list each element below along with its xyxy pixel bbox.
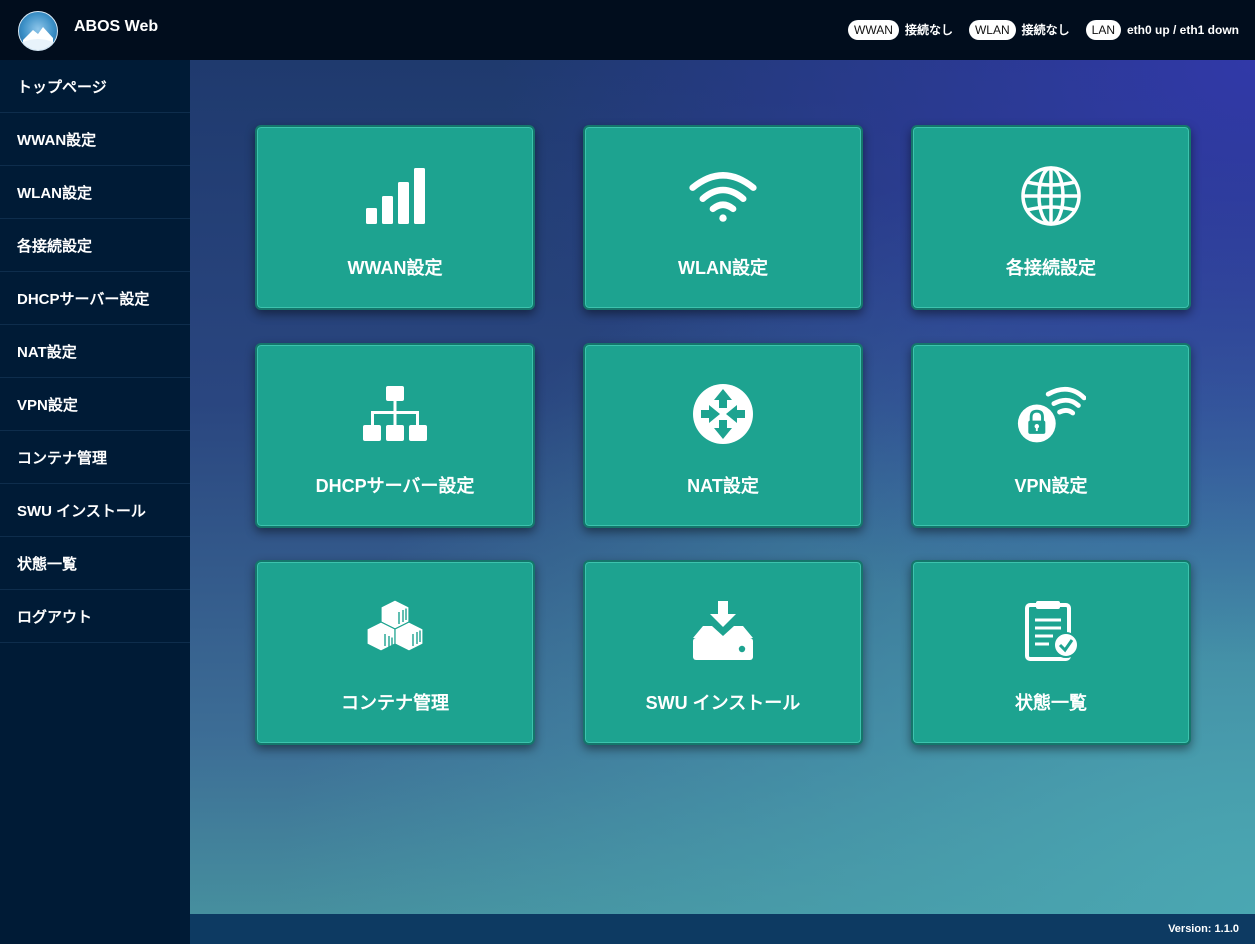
sidebar-item-logout[interactable]: ログアウト: [0, 590, 190, 643]
sidebar-item-wlan-settings[interactable]: WLAN設定: [0, 166, 190, 219]
sidebar-item-status-list[interactable]: 状態一覧: [0, 537, 190, 590]
sidebar-item-dhcp-server-settings[interactable]: DHCPサーバー設定: [0, 272, 190, 325]
router-arrows-icon: [688, 383, 758, 445]
tile-status-list[interactable]: 状態一覧: [911, 560, 1191, 745]
lock-wifi-icon: [1016, 383, 1086, 445]
sidebar-item-connection-settings[interactable]: 各接続設定: [0, 219, 190, 272]
wifi-icon: [688, 165, 758, 227]
tile-label: コンテナ管理: [341, 693, 449, 713]
tile-label: DHCPサーバー設定: [315, 476, 475, 496]
tile-dhcp-server-settings[interactable]: DHCPサーバー設定: [255, 343, 535, 528]
tile-label: WWAN設定: [347, 258, 443, 278]
abos-logo-icon[interactable]: [18, 11, 58, 51]
tile-label: NAT設定: [687, 476, 759, 496]
tile-vpn-settings[interactable]: VPN設定: [911, 343, 1191, 528]
wlan-status-text: 接続なし: [1021, 23, 1070, 37]
tile-wlan-settings[interactable]: WLAN設定: [583, 125, 863, 310]
tile-label: SWU インストール: [645, 693, 801, 713]
wlan-badge: WLAN: [968, 20, 1016, 40]
footer: Version: 1.1.0: [190, 914, 1255, 944]
sidebar-item-wwan-settings[interactable]: WWAN設定: [0, 113, 190, 166]
tile-nat-settings[interactable]: NAT設定: [583, 343, 863, 528]
clipboard-check-icon: [1016, 600, 1086, 662]
sidebar: トップページ WWAN設定 WLAN設定 各接続設定 DHCPサーバー設定 NA…: [0, 60, 190, 944]
sidebar-item-nat-settings[interactable]: NAT設定: [0, 325, 190, 378]
signal-bars-icon: [360, 165, 430, 227]
wwan-status-text: 接続なし: [904, 23, 953, 37]
lan-status-text: eth0 up / eth1 down: [1126, 23, 1239, 37]
sidebar-item-container-management[interactable]: コンテナ管理: [0, 431, 190, 484]
sidebar-item-top-page[interactable]: トップページ: [0, 60, 190, 113]
sidebar-item-vpn-settings[interactable]: VPN設定: [0, 378, 190, 431]
tile-container-management[interactable]: コンテナ管理: [255, 560, 535, 745]
tile-connection-settings[interactable]: 各接続設定: [911, 125, 1191, 310]
main-content: WWAN設定 WLAN設定 各接続設定 DHCPサーバー設定 NAT設定 VPN…: [190, 60, 1255, 914]
containers-icon: [360, 599, 430, 662]
tile-swu-install[interactable]: SWU インストール: [583, 560, 863, 745]
tile-label: VPN設定: [1014, 476, 1088, 496]
app-title: ABOS Web: [74, 18, 159, 35]
version-text: Version: 1.1.0: [1168, 923, 1239, 935]
network-tree-icon: [360, 383, 430, 445]
tile-wwan-settings[interactable]: WWAN設定: [255, 125, 535, 310]
lan-badge: LAN: [1085, 20, 1121, 40]
sidebar-item-swu-install[interactable]: SWU インストール: [0, 484, 190, 537]
tile-label: 状態一覧: [1015, 693, 1087, 713]
top-bar: ABOS Web WWAN 接続なし WLAN 接続なし LAN eth0 up…: [0, 0, 1255, 60]
tile-label: WLAN設定: [678, 258, 768, 278]
tile-label: 各接続設定: [1006, 258, 1096, 278]
connection-status: WWAN 接続なし WLAN 接続なし LAN eth0 up / eth1 d…: [848, 20, 1239, 40]
wwan-badge: WWAN: [848, 20, 899, 40]
download-drive-icon: [688, 600, 758, 662]
globe-icon: [1016, 165, 1086, 227]
